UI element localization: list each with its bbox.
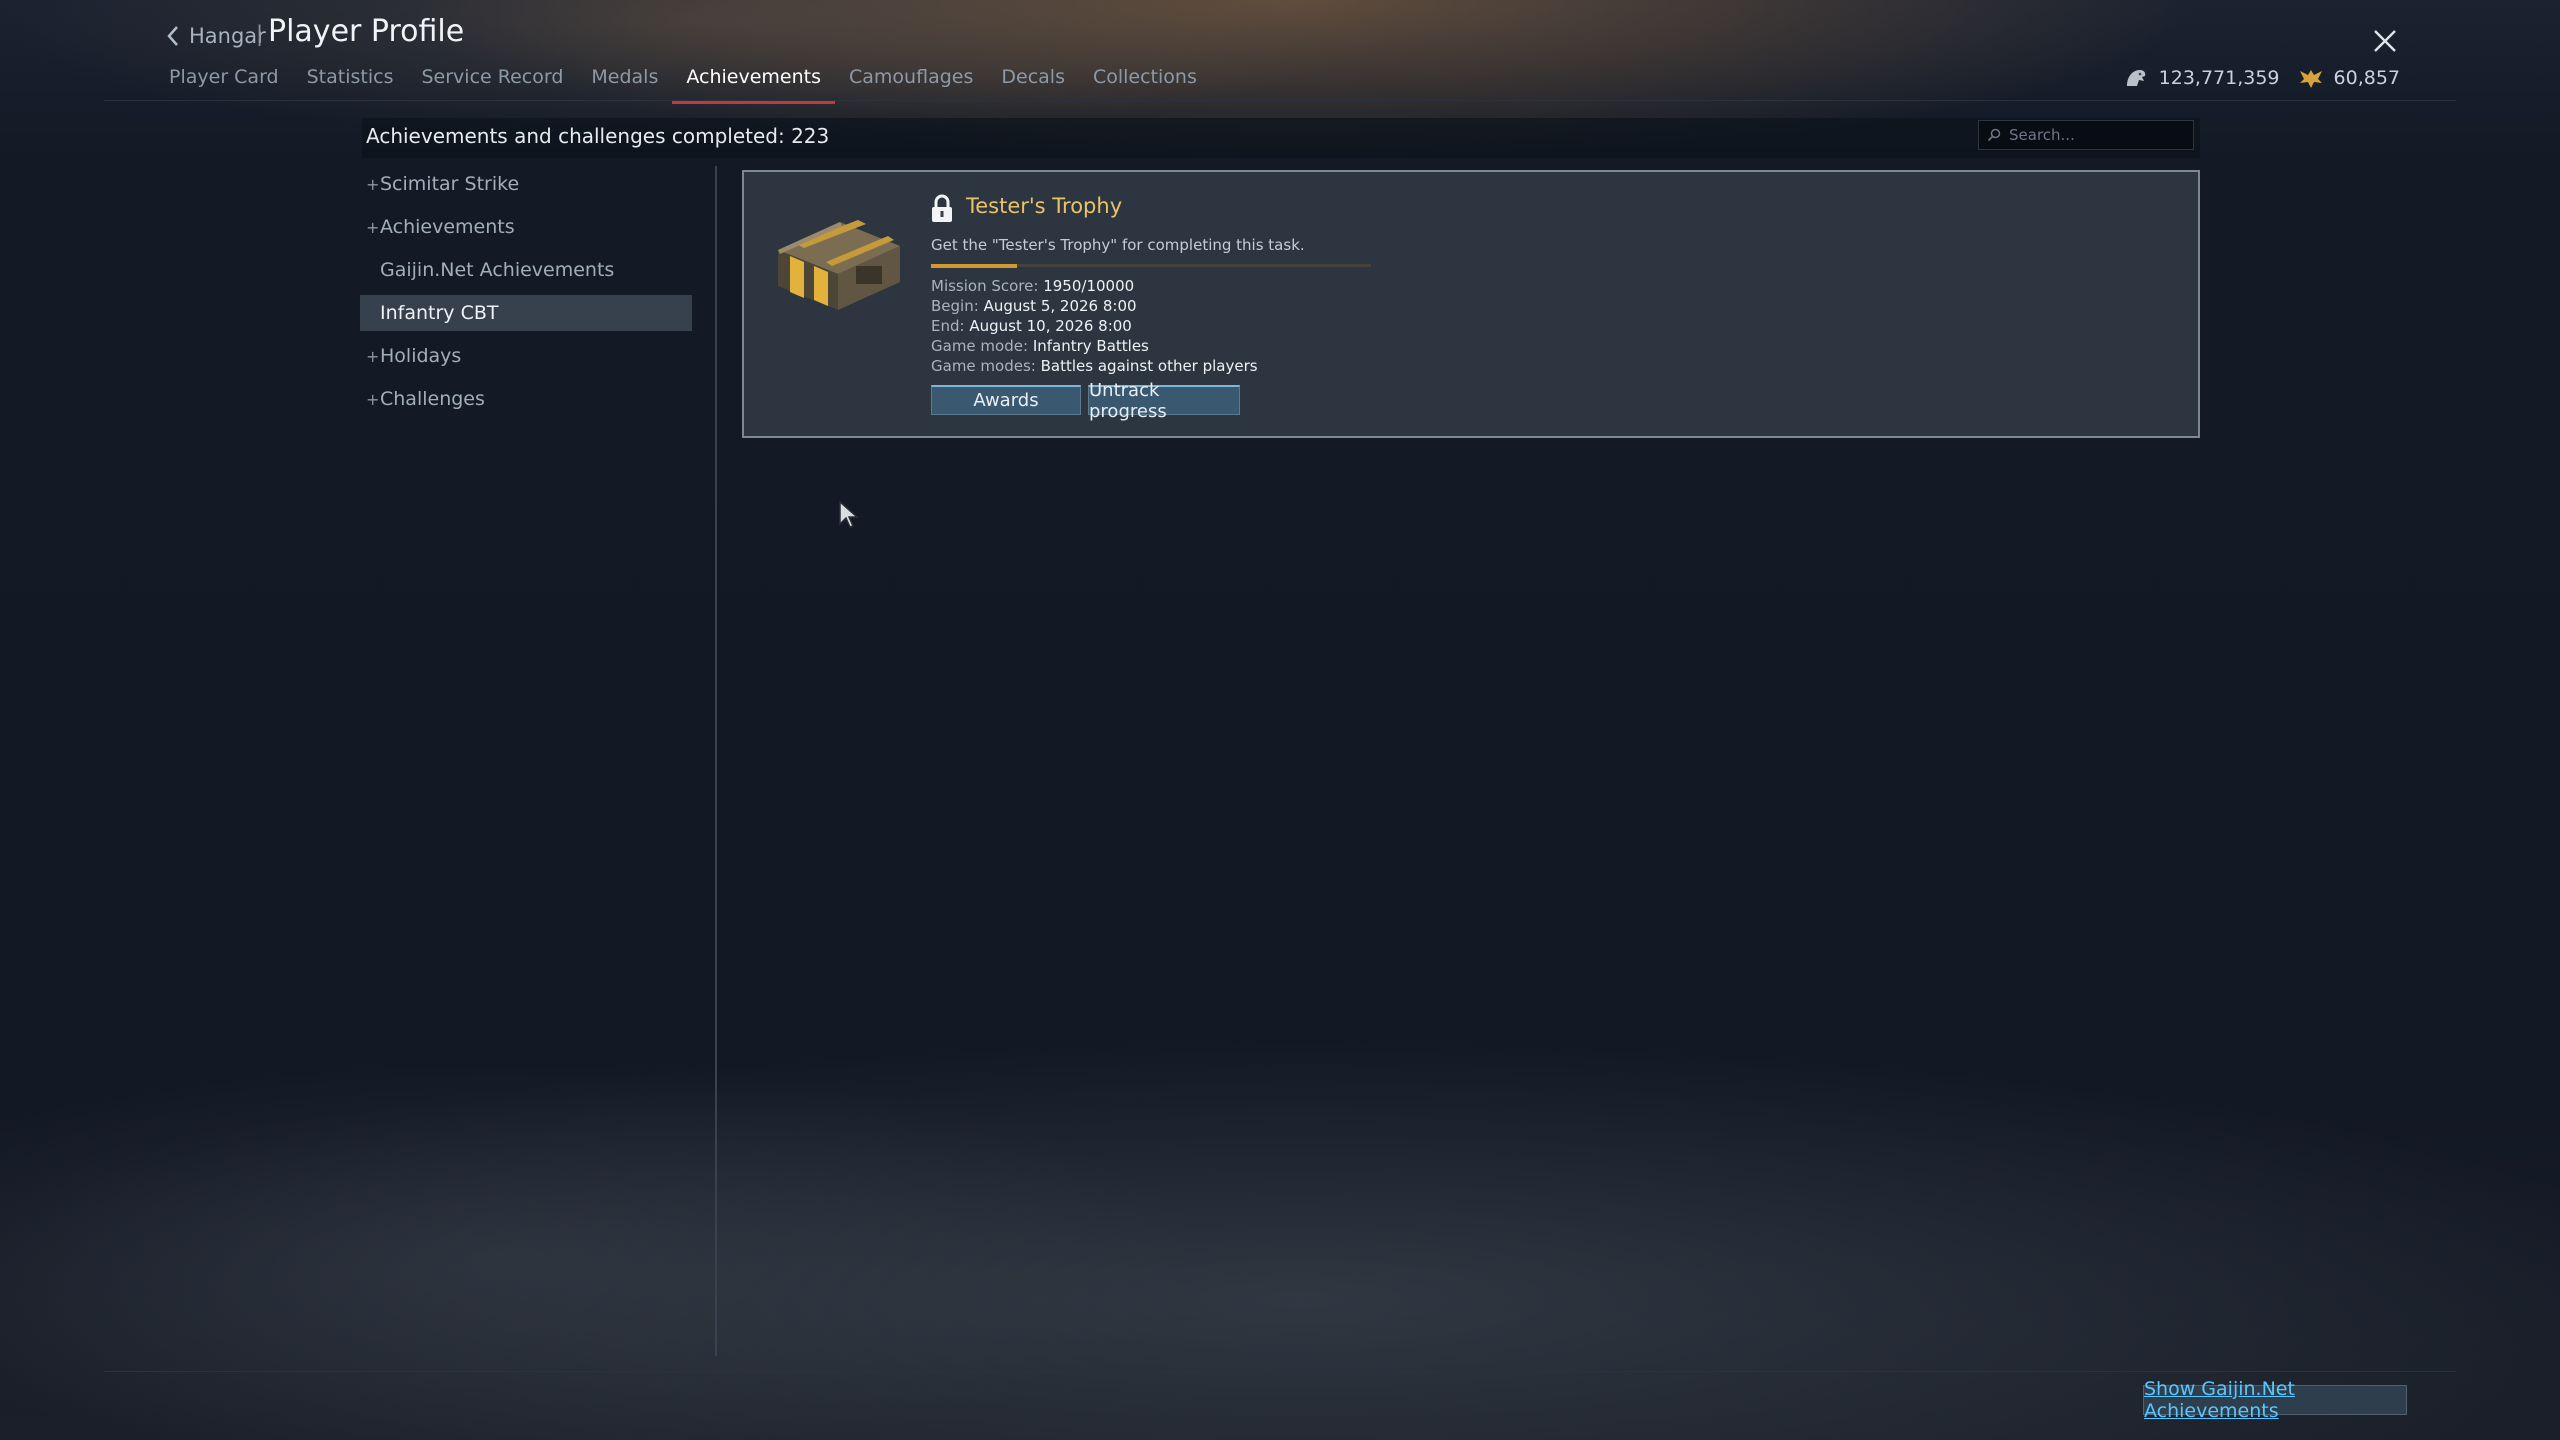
sidebar-item-label: Scimitar Strike xyxy=(380,173,520,195)
tab-player-card[interactable]: Player Card xyxy=(155,62,293,102)
achievement-description: Get the "Tester's Trophy" for completing… xyxy=(931,236,1305,254)
game-mode-line: Game mode: Infantry Battles xyxy=(931,337,1149,355)
golden-eagles-icon xyxy=(2299,70,2322,88)
search-box[interactable] xyxy=(1978,120,2194,150)
sidebar-item-infantry-cbt[interactable]: Infantry CBT xyxy=(360,295,692,331)
tab-statistics[interactable]: Statistics xyxy=(293,62,408,102)
expand-plus-icon: + xyxy=(366,217,380,237)
info-label: Mission Score: xyxy=(931,277,1039,295)
close-icon[interactable] xyxy=(2368,24,2402,58)
tab-achievements[interactable]: Achievements xyxy=(672,62,835,104)
achievement-title: Tester's Trophy xyxy=(966,194,1123,218)
sidebar-item-label: Challenges xyxy=(380,388,485,410)
sidebar-item-gaijin-net-achievements[interactable]: Gaijin.Net Achievements xyxy=(360,252,692,288)
info-label: Begin: xyxy=(931,297,979,315)
search-input[interactable] xyxy=(2007,125,2191,145)
back-link-label: Hangar xyxy=(189,24,266,48)
trophy-chest-icon xyxy=(778,220,900,310)
tab-camouflages[interactable]: Camouflages xyxy=(835,62,987,102)
page-title: Player Profile xyxy=(268,14,465,49)
sidebar-item-label: Achievements xyxy=(380,216,515,238)
sidebar-item-achievements[interactable]: + Achievements xyxy=(360,209,692,245)
awards-button[interactable]: Awards xyxy=(931,385,1081,415)
achievements-completed-count: Achievements and challenges completed: 2… xyxy=(366,124,830,148)
begin-date-value: August 5, 2026 8:00 xyxy=(983,297,1137,315)
tab-service-record[interactable]: Service Record xyxy=(407,62,577,102)
show-gaijin-net-achievements-button[interactable]: Show Gaijin.Net Achievements xyxy=(2143,1378,2407,1422)
back-to-hangar-link[interactable]: Hangar xyxy=(165,18,266,54)
sidebar-item-label: Holidays xyxy=(380,345,462,367)
progress-bar-fill xyxy=(931,264,1017,268)
end-date-line: End: August 10, 2026 8:00 xyxy=(931,317,1132,335)
game-modes-line: Game modes: Battles against other player… xyxy=(931,357,1258,375)
profile-tabs: Player Card Statistics Service Record Me… xyxy=(155,62,1211,104)
header-divider xyxy=(104,100,2456,101)
end-date-value: August 10, 2026 8:00 xyxy=(969,317,1132,335)
expand-plus-icon: + xyxy=(366,346,380,366)
game-mode-value: Infantry Battles xyxy=(1032,337,1149,355)
silver-lions-icon xyxy=(2126,70,2145,86)
golden-eagles-amount: 60,857 xyxy=(2333,67,2400,89)
tab-decals[interactable]: Decals xyxy=(987,62,1079,102)
panel-divider xyxy=(715,166,717,1356)
sidebar-item-holidays[interactable]: + Holidays xyxy=(360,338,692,374)
achievements-category-list: + Scimitar Strike + Achievements Gaijin.… xyxy=(360,166,692,424)
sidebar-item-challenges[interactable]: + Challenges xyxy=(360,381,692,417)
lock-icon xyxy=(932,194,952,222)
mission-score-line: Mission Score: 1950/10000 xyxy=(931,277,1134,295)
footer-divider xyxy=(104,1371,2456,1372)
expand-plus-icon: + xyxy=(366,174,380,194)
expand-plus-icon: + xyxy=(366,389,380,409)
silver-lions-amount: 123,771,359 xyxy=(2158,67,2280,89)
mouse-cursor-icon xyxy=(839,500,859,528)
game-modes-value: Battles against other players xyxy=(1040,357,1258,375)
sidebar-item-label: Infantry CBT xyxy=(380,302,499,324)
info-label: Game mode: xyxy=(931,337,1029,355)
begin-date-line: Begin: August 5, 2026 8:00 xyxy=(931,297,1137,315)
search-icon xyxy=(1987,128,2001,142)
mission-score-value: 1950/10000 xyxy=(1043,277,1135,295)
sidebar-item-scimitar-strike[interactable]: + Scimitar Strike xyxy=(360,166,692,202)
sidebar-item-label: Gaijin.Net Achievements xyxy=(380,259,615,281)
tab-medals[interactable]: Medals xyxy=(577,62,672,102)
untrack-progress-button[interactable]: Untrack progress xyxy=(1088,380,1240,422)
title-separator: | xyxy=(256,22,264,46)
info-label: End: xyxy=(931,317,965,335)
info-label: Game modes: xyxy=(931,357,1036,375)
tab-collections[interactable]: Collections xyxy=(1079,62,1211,102)
currency-display: 123,771,359 60,857 xyxy=(2123,64,2400,92)
chevron-left-icon xyxy=(167,26,178,46)
